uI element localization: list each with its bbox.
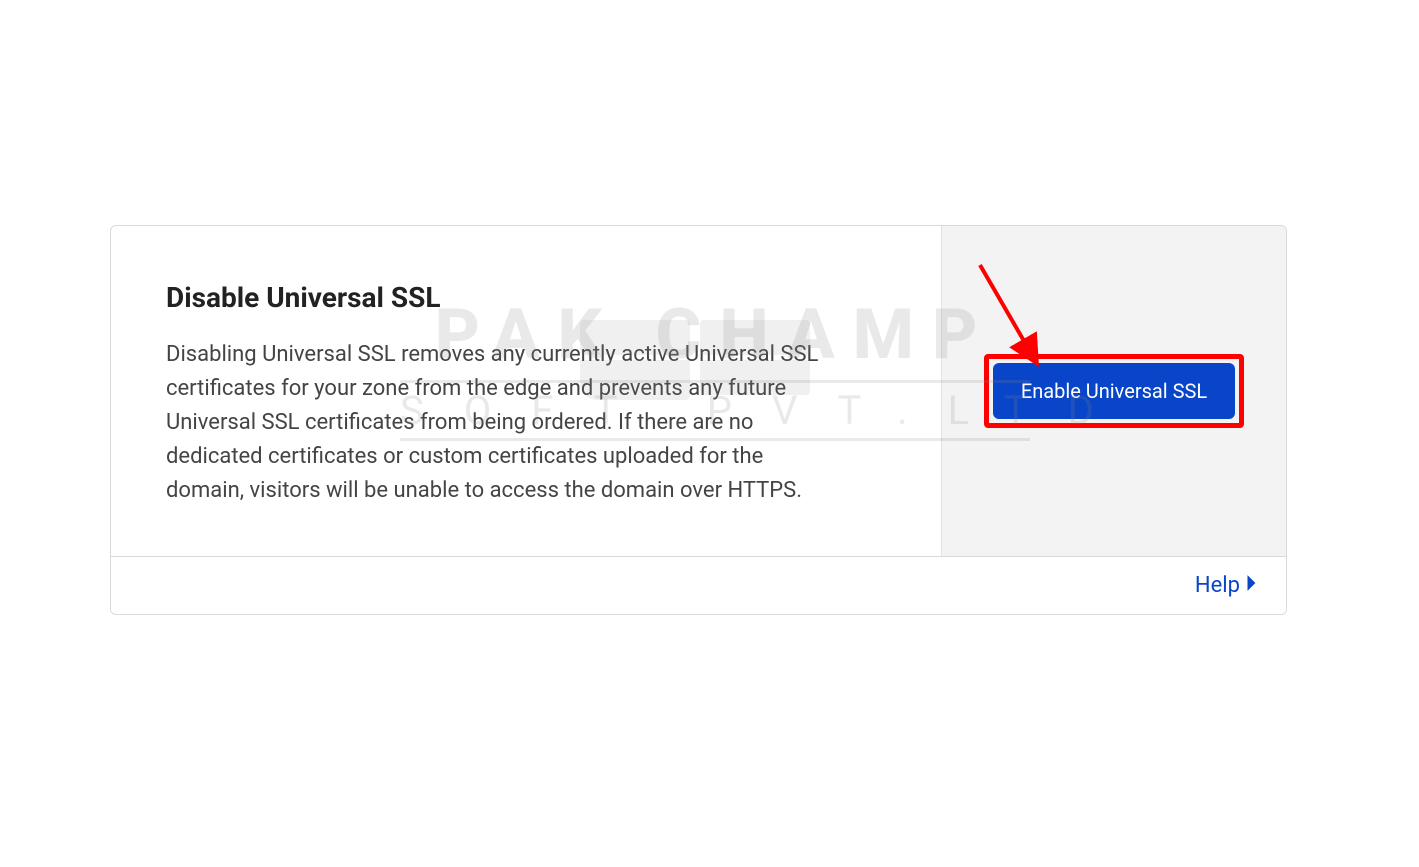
help-link[interactable]: Help xyxy=(1195,573,1258,598)
card-content: Disable Universal SSL Disabling Universa… xyxy=(111,226,941,556)
chevron-right-icon xyxy=(1246,573,1258,598)
help-link-label: Help xyxy=(1195,573,1240,598)
card-main-row: Disable Universal SSL Disabling Universa… xyxy=(111,226,1286,556)
card-footer: Help xyxy=(111,556,1286,614)
annotation-highlight-box: Enable Universal SSL xyxy=(984,354,1244,428)
universal-ssl-card: Disable Universal SSL Disabling Universa… xyxy=(110,225,1287,615)
enable-universal-ssl-button[interactable]: Enable Universal SSL xyxy=(993,363,1235,419)
card-action-panel: Enable Universal SSL xyxy=(941,226,1286,556)
card-title: Disable Universal SSL xyxy=(166,281,891,314)
card-description: Disabling Universal SSL removes any curr… xyxy=(166,338,846,508)
